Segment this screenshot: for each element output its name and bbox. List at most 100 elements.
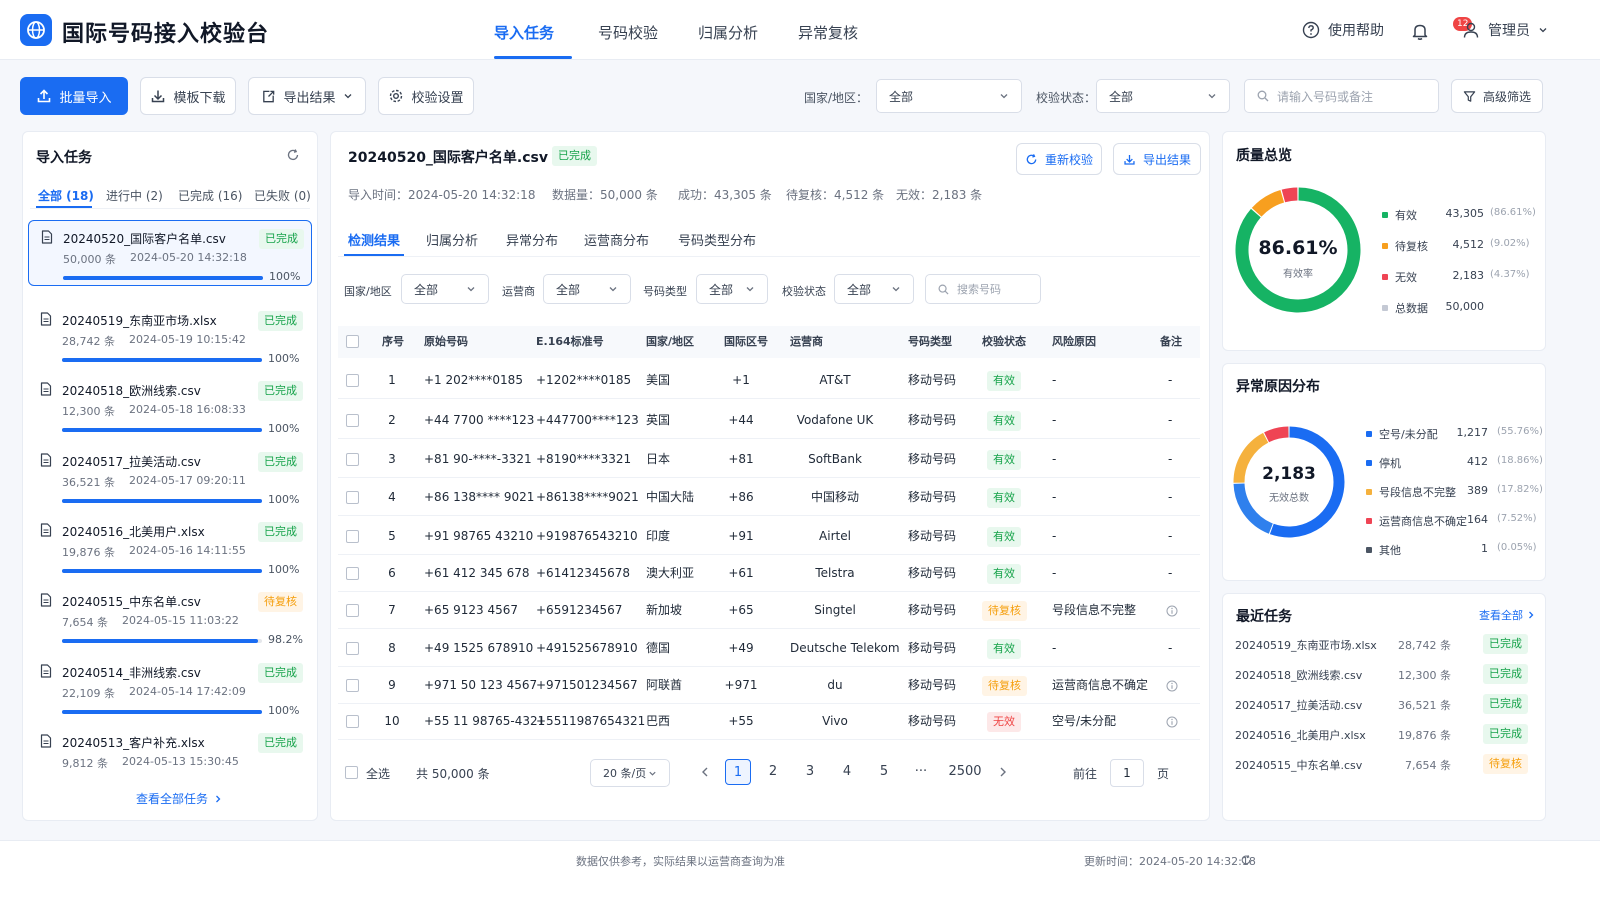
next-page-icon[interactable]: [998, 766, 1008, 778]
task-card[interactable]: 20240519_东南亚市场.xlsx 已完成 28,742 条 2024-05-19…: [28, 303, 312, 369]
row-checkbox[interactable]: [346, 604, 359, 617]
nav-tab-validation[interactable]: 号码校验: [598, 22, 658, 43]
help-link[interactable]: 使用帮助: [1302, 20, 1384, 40]
table-row[interactable]: 10 +55 11 98765-4321 +5511987654321 巴西 +55 Vi…: [338, 703, 1200, 740]
row-checkbox[interactable]: [346, 567, 359, 580]
info-icon[interactable]: [1166, 592, 1178, 629]
page-button[interactable]: 5: [871, 759, 897, 785]
col-number-type-cell: 移动号码: [908, 566, 957, 580]
task-card[interactable]: 20240517_拉美活动.csv 已完成 36,521 条 2024-05-17 0…: [28, 444, 312, 510]
recent-task-item[interactable]: 20240517_拉美活动.csv 36,521 条 已完成: [1235, 694, 1535, 714]
subtab-anomaly[interactable]: 异常分布: [506, 230, 558, 249]
export-results-dropdown[interactable]: 导出结果: [248, 77, 366, 115]
subtab-number-type[interactable]: 号码类型分布: [678, 230, 756, 249]
view-all-tasks-link[interactable]: 查看全部任务: [136, 790, 222, 807]
status-select[interactable]: 全部: [1096, 79, 1230, 113]
task-file-name: 20240517_拉美活动.csv: [62, 455, 201, 469]
bell-icon[interactable]: [1410, 21, 1430, 41]
table-row[interactable]: 7 +65 9123 4567 +6591234567 新加坡 +65 Singtel 移动…: [338, 592, 1200, 629]
page-button[interactable]: 3: [797, 759, 823, 785]
template-download-button[interactable]: 模板下载: [140, 77, 236, 115]
user-menu[interactable]: 管理员: [1462, 20, 1548, 40]
page-button[interactable]: 2: [760, 759, 786, 785]
subtab-results[interactable]: 检测结果: [348, 230, 400, 249]
search-input[interactable]: 请输入号码或备注: [1244, 79, 1439, 113]
row-checkbox[interactable]: [346, 679, 359, 692]
filter-icon: [1463, 90, 1476, 102]
nav-tab-anomaly-review[interactable]: 异常复核: [798, 22, 858, 43]
quality-legend-value: 50,000: [1445, 300, 1485, 313]
row-checkbox[interactable]: [346, 642, 359, 655]
nav-tab-attribution[interactable]: 归属分析: [698, 22, 758, 43]
footer-select-all-checkbox[interactable]: [345, 766, 358, 779]
batch-import-button[interactable]: 批量导入: [20, 77, 128, 115]
info-icon[interactable]: [1166, 703, 1178, 740]
table-row[interactable]: 2 +44 7700 ****123 +447700****123 英国 +44 Voda…: [338, 402, 1200, 439]
filter-type-select[interactable]: 全部: [696, 274, 768, 304]
page-size-select[interactable]: 20 条/页: [590, 759, 670, 787]
recent-task-name: 20240516_北美用户.xlsx: [1235, 729, 1366, 742]
table-row[interactable]: 9 +971 50 123 4567 +971501234567 阿联酋 +971 du 移…: [338, 667, 1200, 704]
recent-task-count: 19,876 条: [1398, 729, 1451, 742]
task-meta: 7,654 条 2024-05-15 11:03:22: [62, 614, 239, 630]
row-checkbox[interactable]: [346, 374, 359, 387]
task-tab-in-progress[interactable]: 进行中 (2): [106, 187, 163, 204]
row-checkbox[interactable]: [346, 715, 359, 728]
row-checkbox[interactable]: [346, 530, 359, 543]
table-row[interactable]: 1 +1 202****0185 +1202****0185 美国 +1 AT&T 移动号码…: [338, 362, 1200, 399]
task-card[interactable]: 20240516_北美用户.xlsx 已完成 19,876 条 2024-05-16 …: [28, 514, 312, 580]
table-row[interactable]: 3 +81 90-****-3321 +8190****3321 日本 +81 SoftB…: [338, 441, 1200, 478]
validation-settings-button[interactable]: 校验设置: [378, 77, 474, 115]
view-all-tasks-label: 查看全部任务: [136, 792, 209, 806]
task-tab-all[interactable]: 全部 (18): [38, 187, 94, 204]
subtab-attribution[interactable]: 归属分析: [426, 230, 478, 249]
refresh-icon[interactable]: [1240, 854, 1252, 866]
row-checkbox[interactable]: [346, 453, 359, 466]
info-icon[interactable]: [1166, 667, 1178, 704]
table-row[interactable]: 8 +49 1525 678910 +491525678910 德国 +49 Deutsc…: [338, 630, 1200, 667]
prev-page-icon[interactable]: [700, 766, 710, 778]
task-tab-completed[interactable]: 已完成 (16): [178, 187, 242, 204]
status-cell: 待复核: [982, 592, 1027, 629]
recheck-button[interactable]: 重新校验: [1016, 143, 1102, 175]
goto-page-input[interactable]: 1: [1110, 759, 1144, 787]
quality-legend-value: 4,512: [1452, 238, 1485, 251]
row-checkbox[interactable]: [346, 491, 359, 504]
advanced-filter-button[interactable]: 高级筛选: [1451, 79, 1543, 113]
page-button[interactable]: 4: [834, 759, 860, 785]
meta-import-time: 导入时间：2024-05-20 14:32:18: [348, 188, 536, 202]
page-button[interactable]: 1: [725, 759, 751, 785]
recent-task-item[interactable]: 20240519_东南亚市场.xlsx 28,742 条 已完成: [1235, 634, 1535, 654]
task-card[interactable]: 20240513_客户补充.xlsx 已完成 9,812 条 2024-05-13 1…: [28, 725, 312, 791]
task-card[interactable]: 20240518_欧洲线索.csv 已完成 12,300 条 2024-05-18 1…: [28, 373, 312, 439]
filter-status-select[interactable]: 全部: [834, 274, 914, 304]
page-button[interactable]: 2500: [946, 759, 984, 785]
col-country-cell: 印度: [646, 529, 671, 543]
nav-tab-import[interactable]: 导入任务: [494, 22, 554, 43]
recent-task-item[interactable]: 20240515_中东名单.csv 7,654 条 待复核: [1235, 754, 1535, 774]
row-checkbox[interactable]: [346, 414, 359, 427]
country-select[interactable]: 全部: [876, 79, 1022, 113]
status-badge: 有效: [987, 488, 1021, 508]
task-tab-failed[interactable]: 已失败 (0): [254, 187, 311, 204]
task-card[interactable]: 20240520_国际客户名单.csv 已完成 50,000 条 2024-05-20…: [28, 220, 312, 286]
refresh-icon[interactable]: [286, 148, 300, 162]
table-row[interactable]: 4 +86 138**** 9021 +86138****9021 中国大陆 +86 中国…: [338, 479, 1200, 516]
filter-country-select[interactable]: 全部: [401, 274, 489, 304]
number-search-input[interactable]: 搜索号码: [925, 274, 1041, 304]
export-detail-button[interactable]: 导出结果: [1113, 143, 1201, 175]
legend-label: 总数据: [1395, 302, 1428, 315]
task-card[interactable]: 20240515_中东名单.csv 待复核 7,654 条 2024-05-15 11…: [28, 584, 312, 650]
col-risk-header: 风险原因: [1052, 335, 1096, 348]
total-count: 共 50,000 条: [416, 767, 490, 781]
table-row[interactable]: 5 +91 98765 43210 +919876543210 印度 +91 Airtel…: [338, 518, 1200, 555]
task-card[interactable]: 20240514_非洲线索.csv 已完成 22,109 条 2024-05-14 1…: [28, 655, 312, 721]
subtab-carrier[interactable]: 运营商分布: [584, 230, 649, 249]
status-badge: 有效: [987, 527, 1021, 547]
recent-view-all-link[interactable]: 查看全部: [1479, 607, 1535, 623]
recent-task-item[interactable]: 20240516_北美用户.xlsx 19,876 条 已完成: [1235, 724, 1535, 744]
filter-carrier-select[interactable]: 全部: [543, 274, 631, 304]
recent-task-item[interactable]: 20240518_欧洲线索.csv 12,300 条 已完成: [1235, 664, 1535, 684]
table-row[interactable]: 6 +61 412 345 678 +61412345678 澳大利亚 +61 Telst…: [338, 555, 1200, 592]
select-all-checkbox[interactable]: [346, 335, 359, 348]
